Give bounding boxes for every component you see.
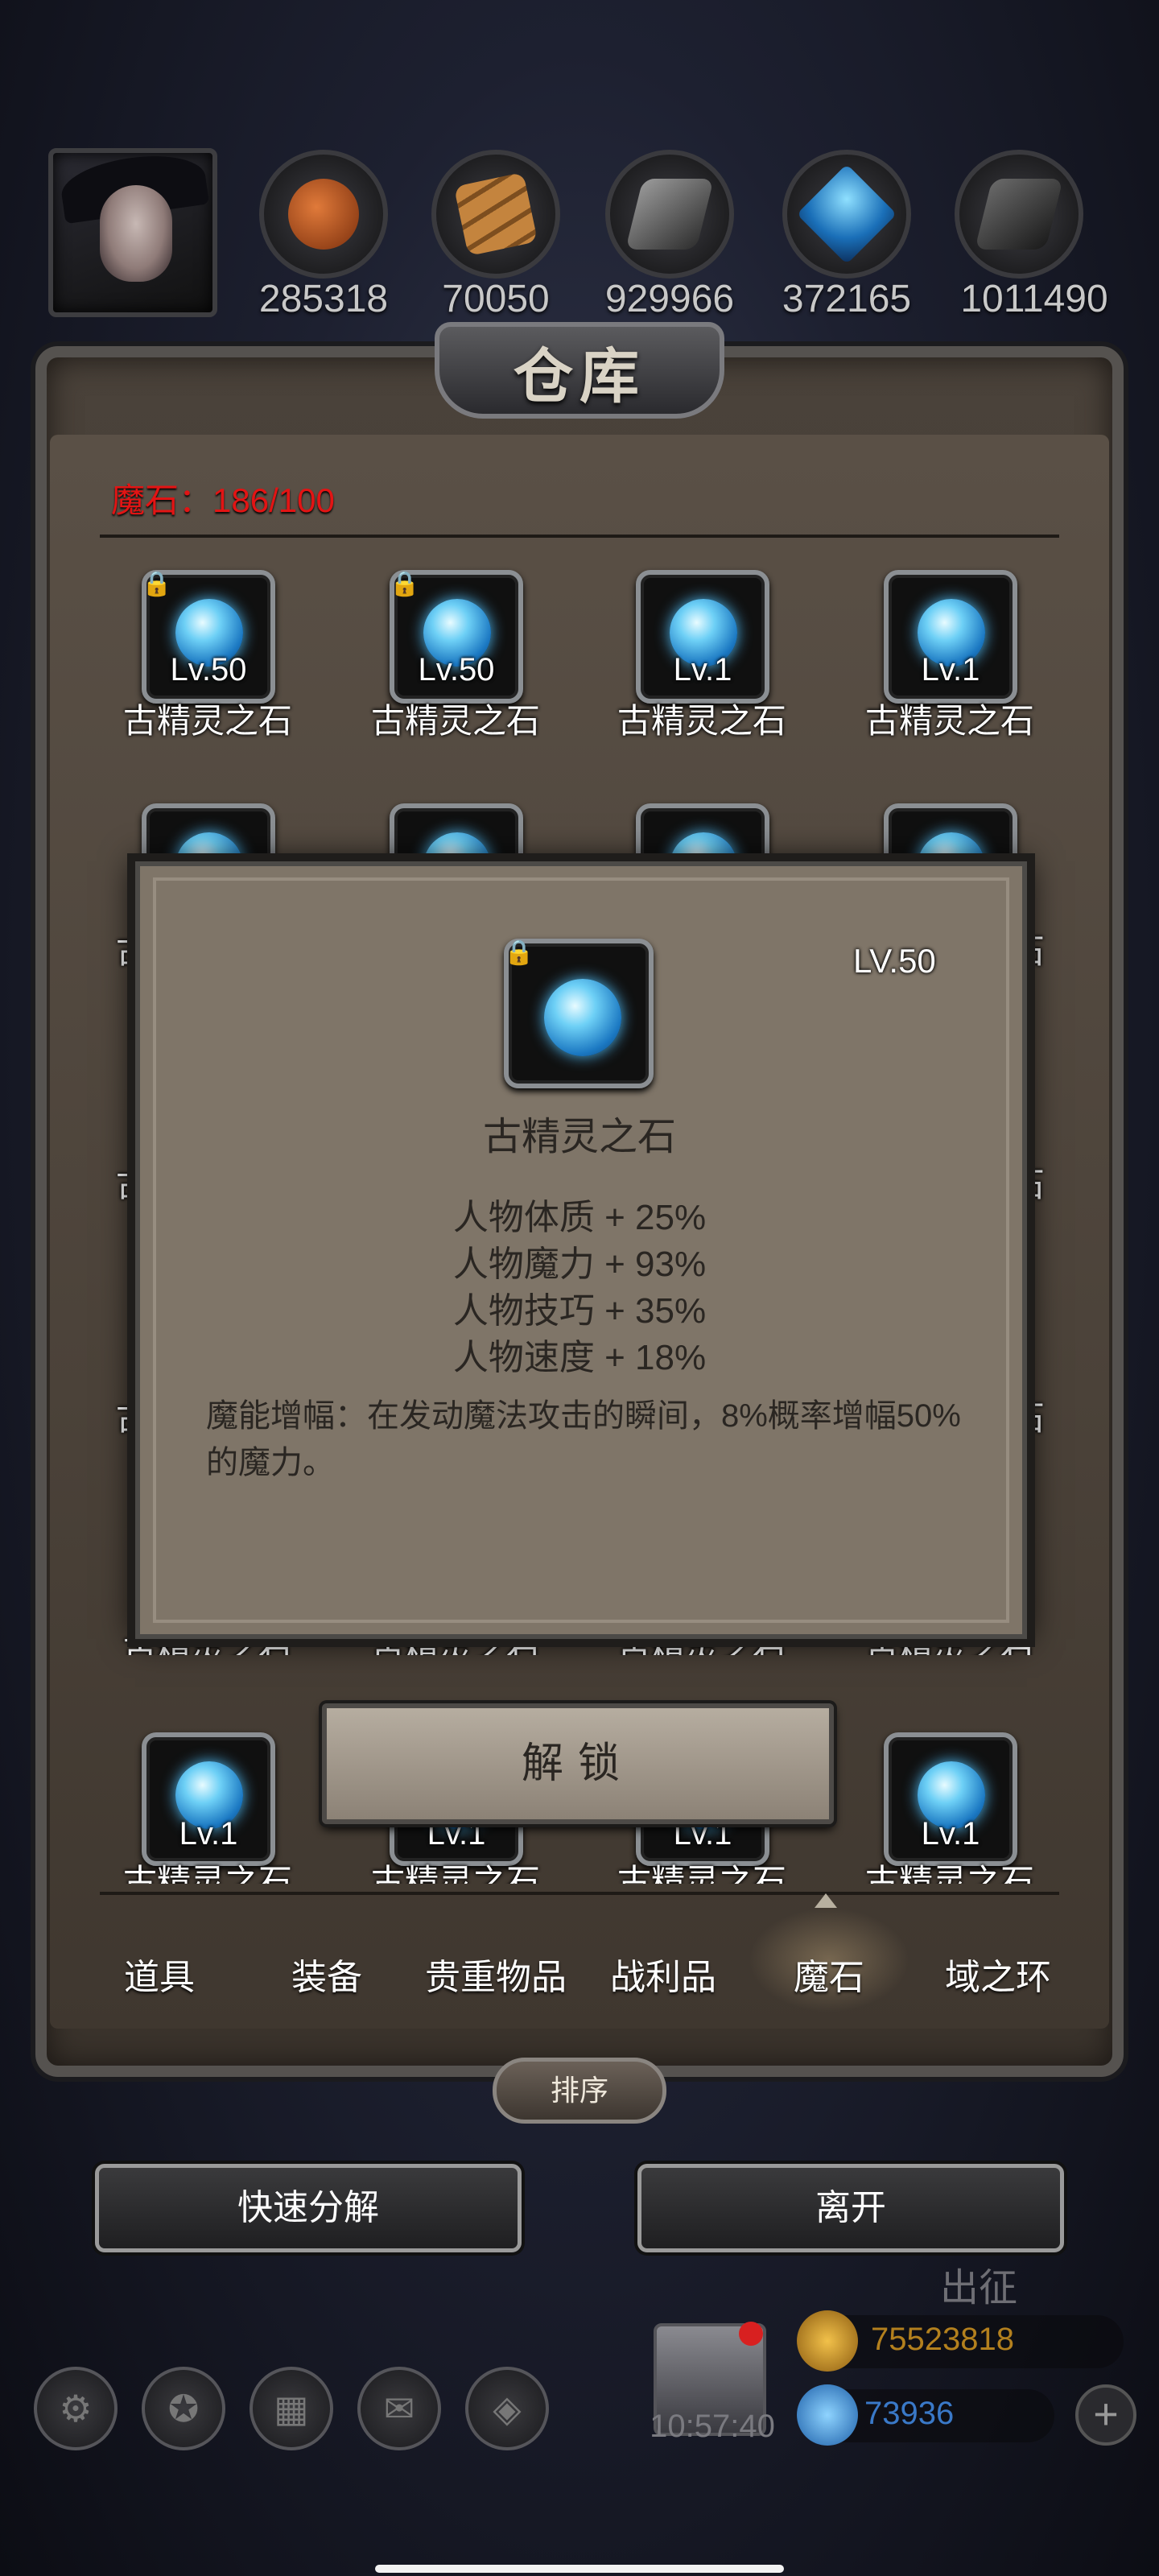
lock-icon: 🔒 — [142, 571, 172, 597]
item-name: 古精灵之石 — [864, 1863, 1034, 1884]
countdown-timer: 10:57:40 — [650, 2409, 775, 2444]
item-name: 古精灵之石 — [370, 1863, 540, 1884]
tab-magic-stones[interactable]: 魔石 — [749, 1948, 909, 2000]
box-icon[interactable]: ◈ — [465, 2367, 549, 2450]
item-level: Lv.50 — [170, 652, 247, 687]
stat-constitution: 人物体质 + 25% — [452, 1198, 707, 1237]
warehouse-title: 仓库 — [514, 343, 645, 410]
tab-domain-ring[interactable]: 域之环 — [918, 1948, 1079, 2000]
meat-value: 285318 — [258, 278, 389, 320]
gold-coin-icon — [797, 2310, 858, 2372]
active-tab-indicator — [815, 1893, 837, 1908]
top-divider — [100, 535, 1059, 538]
lock-icon: 🔒 — [504, 939, 534, 966]
home-indicator[interactable] — [375, 2565, 784, 2573]
stat-speed: 人物速度 + 18% — [452, 1338, 707, 1377]
dark-ingot-value: 1011490 — [960, 278, 1108, 320]
meat-resource[interactable] — [259, 150, 388, 279]
tooltip-level: LV.50 — [853, 942, 936, 980]
item-name: 古精灵之石 — [617, 1863, 786, 1884]
blue-gem-icon — [797, 2384, 858, 2446]
magic-stone-icon — [544, 979, 621, 1056]
item-level: Lv.1 — [921, 1816, 980, 1852]
tab-divider — [100, 1892, 1059, 1895]
add-currency-button[interactable]: + — [1075, 2384, 1136, 2446]
magic-stone-count: 魔石：186/100 — [111, 481, 335, 519]
gold-value: 75523818 — [871, 2322, 1014, 2357]
tab-loot[interactable]: 战利品 — [583, 1948, 744, 2000]
item-level: Lv.1 — [179, 1816, 238, 1852]
mail-icon[interactable]: ✉ — [357, 2367, 441, 2450]
avatar-face — [100, 185, 172, 282]
leave-button[interactable]: 离开 — [637, 2164, 1064, 2252]
crystal-resource[interactable] — [782, 150, 911, 279]
tab-equipment[interactable]: 装备 — [246, 1948, 407, 2000]
tooltip-item-name: 古精灵之石 — [482, 1116, 676, 1158]
iron-ingot-icon — [625, 179, 714, 250]
iron-resource[interactable] — [605, 150, 734, 279]
tab-items[interactable]: 道具 — [79, 1948, 240, 2000]
item-name: 古精灵之石 — [122, 1863, 292, 1884]
star-badge-icon[interactable]: ✪ — [142, 2367, 225, 2450]
gem-value: 73936 — [864, 2396, 955, 2431]
wood-value: 70050 — [442, 278, 550, 320]
item-level: Lv.1 — [673, 652, 732, 687]
shop-icon[interactable]: ▦ — [250, 2367, 333, 2450]
crystal-value: 372165 — [782, 278, 912, 320]
tooltip-item-icon: 🔒 — [504, 939, 654, 1088]
stat-magic: 人物魔力 + 93% — [452, 1245, 707, 1284]
quick-decompose-button[interactable]: 快速分解 — [95, 2164, 522, 2252]
item-name: 古精灵之石 — [864, 702, 1034, 740]
item-level: Lv.50 — [418, 652, 495, 687]
lock-icon: 🔒 — [390, 571, 420, 597]
item-name: 古精灵之石 — [617, 702, 786, 740]
item-name: 古精灵之石 — [122, 702, 292, 740]
depart-label[interactable]: 出征 — [940, 2256, 1017, 2312]
iron-value: 929966 — [604, 278, 735, 320]
notification-dot — [739, 2322, 763, 2346]
player-avatar[interactable] — [48, 147, 217, 317]
tab-valuables[interactable]: 贵重物品 — [415, 1948, 576, 2000]
crystal-icon — [796, 163, 897, 265]
wood-resource[interactable] — [431, 150, 560, 279]
dark-ingot-resource[interactable] — [955, 150, 1083, 279]
unlock-button[interactable]: 解锁 — [322, 1703, 834, 1824]
tooltip-description: 魔能增幅：在发动魔法攻击的瞬间，8%概率增幅50%的魔力。 — [206, 1398, 961, 1480]
wood-planks-icon — [453, 171, 538, 257]
dark-ingot-icon — [975, 179, 1063, 250]
item-name: 古精灵之石 — [370, 702, 540, 740]
meat-icon — [288, 179, 359, 250]
item-level: Lv.1 — [921, 652, 980, 687]
settings-gear-icon[interactable]: ⚙ — [34, 2367, 118, 2450]
stat-skill: 人物技巧 + 35% — [452, 1291, 707, 1331]
sort-button[interactable]: 排序 — [493, 2058, 666, 2124]
